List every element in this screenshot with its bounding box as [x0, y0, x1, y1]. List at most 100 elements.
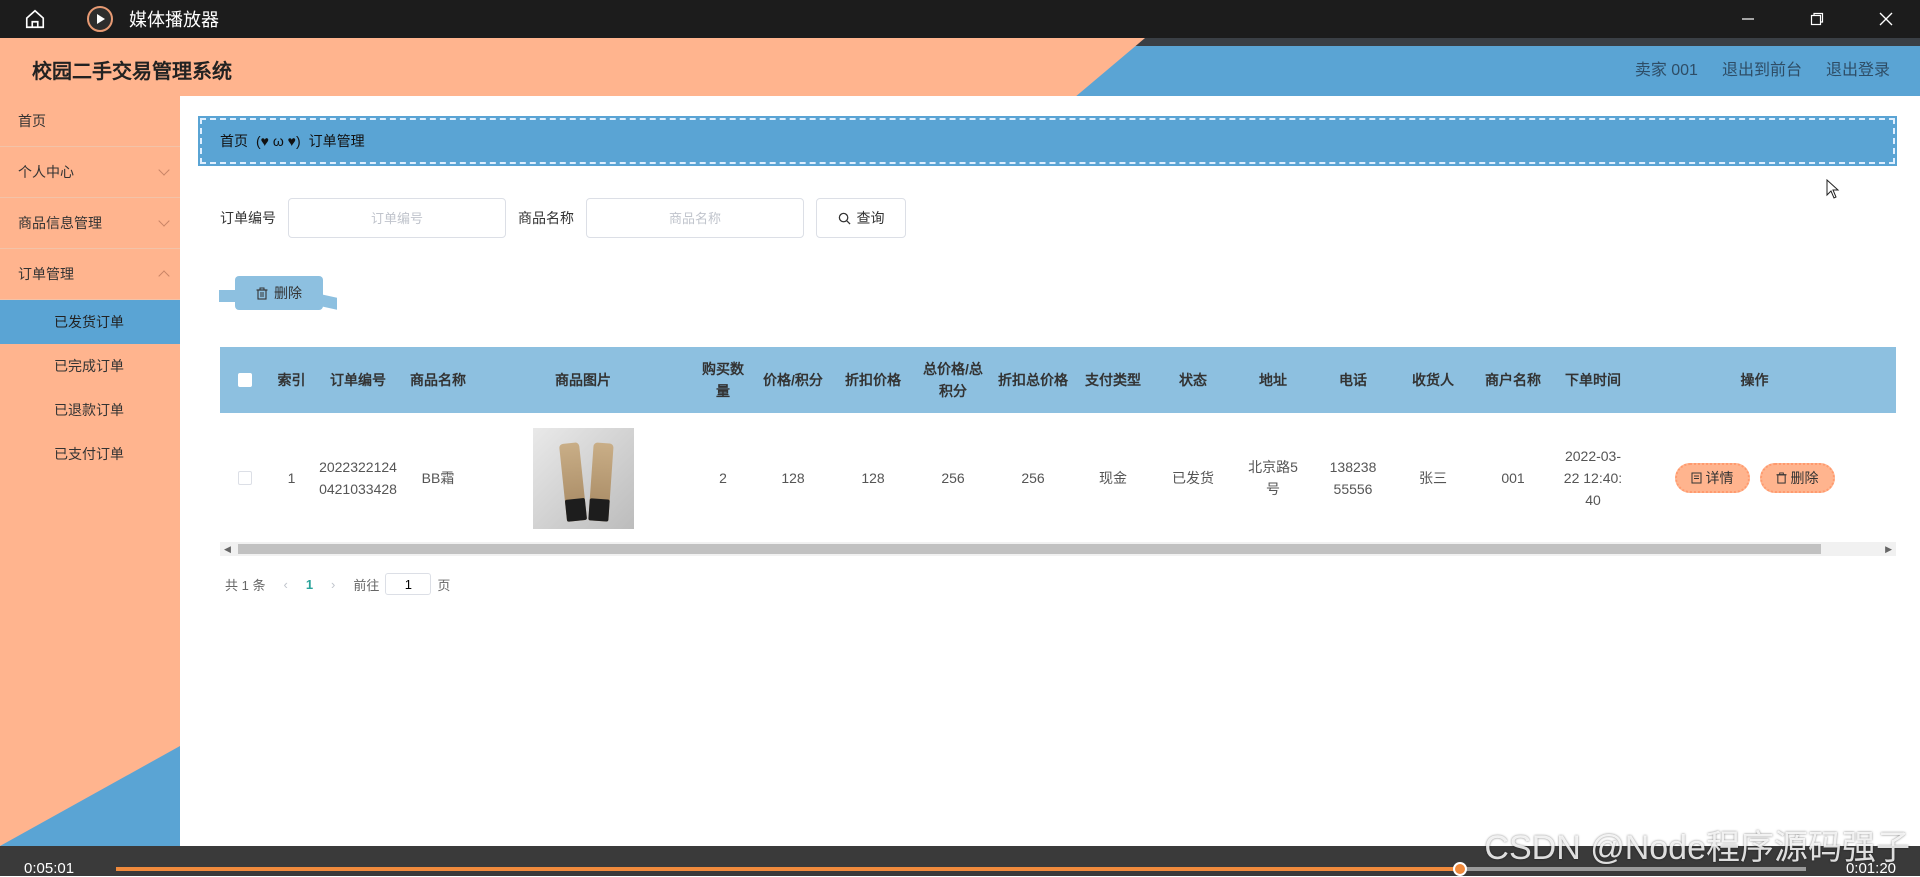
cell-address: 北京路5号: [1248, 459, 1298, 497]
cell-phone: 13823855556: [1329, 459, 1377, 497]
orders-table: 索引 订单编号 商品名称 商品图片 购买数量 价格/积分 折扣价格 总价格/总积…: [220, 347, 1896, 543]
table-header-cell: 支付类型: [1085, 372, 1141, 388]
sidebar-item-label: 个人中心: [18, 164, 74, 180]
cell-product-name: BB霜: [421, 470, 455, 486]
trash-icon: [1775, 472, 1787, 484]
mouse-cursor-icon: [1826, 179, 1840, 199]
table-header-cell: 地址: [1259, 372, 1287, 388]
product-name-label: 商品名称: [518, 210, 574, 226]
scrollbar-thumb[interactable]: [238, 544, 1821, 554]
sidebar-item-personal-center[interactable]: 个人中心: [0, 147, 180, 198]
sidebar-item-label: 首页: [18, 113, 46, 129]
table-header-cell: 收货人: [1412, 372, 1454, 388]
watermark: CSDN @Node程序源码强子: [1484, 829, 1910, 867]
cell-discount-total: 256: [1021, 470, 1045, 486]
user-label: 卖家 001: [1634, 62, 1698, 79]
sidebar-subitem-paid-orders[interactable]: 已支付订单: [0, 432, 180, 476]
table-row: 1 20223221240421033428 BB霜 2 128 128 256…: [220, 413, 1896, 543]
restore-icon[interactable]: [1782, 0, 1851, 38]
cell-receiver: 张三: [1419, 470, 1447, 486]
select-all-checkbox[interactable]: [238, 373, 252, 387]
sidebar: 首页 个人中心 商品信息管理 订单管理 已发货订单 已完成订单 已退款订单 已支…: [0, 96, 180, 846]
chevron-down-icon: [158, 164, 170, 176]
sidebar-subitem-completed-orders[interactable]: 已完成订单: [0, 344, 180, 388]
back-to-front-link[interactable]: 退出到前台: [1722, 56, 1802, 80]
table-header-cell: 折扣总价格: [998, 372, 1068, 388]
cell-status: 已发货: [1172, 470, 1214, 486]
breadcrumb-home[interactable]: 首页: [220, 131, 248, 151]
table-header-cell: 操作: [1740, 372, 1769, 388]
cell-discount-price: 128: [861, 470, 885, 486]
cell-price: 128: [781, 470, 805, 486]
batch-delete-label: 删除: [274, 285, 302, 301]
page-suffix: 页: [437, 577, 451, 593]
search-form: 订单编号 商品名称 查询: [220, 198, 906, 238]
batch-delete-button[interactable]: 删除: [219, 276, 323, 310]
breadcrumb: 首页 (♥ ω ♥) 订单管理: [198, 116, 1897, 166]
table-header-cell: 电话: [1339, 372, 1367, 388]
row-delete-button[interactable]: 删除: [1759, 463, 1835, 493]
cell-order-no: 20223221240421033428: [319, 459, 397, 497]
logout-link[interactable]: 退出登录: [1826, 56, 1890, 80]
seek-handle[interactable]: [1452, 862, 1467, 876]
row-delete-label: 删除: [1790, 470, 1819, 486]
cell-index: 1: [287, 470, 296, 486]
search-button[interactable]: 查询: [816, 198, 906, 238]
home-icon[interactable]: [17, 0, 53, 38]
table-header-cell: 商品图片: [555, 372, 611, 388]
app-header: 校园二手交易管理系统 卖家 001 退出到前台 退出登录: [0, 38, 1920, 96]
table-header-cell: 总价格/总积分: [923, 361, 983, 399]
cell-pay-type: 现金: [1099, 470, 1127, 486]
minimize-icon[interactable]: [1713, 0, 1782, 38]
table-header-cell: 状态: [1179, 372, 1207, 388]
sidebar-item-order-management[interactable]: 订单管理: [0, 249, 180, 300]
chevron-down-icon: [158, 215, 170, 227]
product-name-input[interactable]: [586, 198, 804, 238]
breadcrumb-separator: (♥ ω ♥): [256, 133, 301, 149]
product-image[interactable]: [532, 427, 634, 529]
order-no-label: 订单编号: [220, 210, 276, 226]
detail-button-label: 详情: [1705, 470, 1734, 486]
table-horizontal-scrollbar[interactable]: ◀ ▶: [220, 542, 1896, 556]
pagination: 共 1 条 ‹ 1 › 前往 页: [225, 573, 450, 595]
cell-total: 256: [941, 470, 965, 486]
scroll-left-icon[interactable]: ◀: [224, 544, 231, 555]
elapsed-time: 0:05:01: [24, 860, 75, 877]
sidebar-item-label: 商品信息管理: [18, 215, 102, 231]
chevron-up-icon: [158, 270, 170, 282]
player-title: 媒体播放器: [129, 10, 219, 30]
sidebar-item-home[interactable]: 首页: [0, 96, 180, 147]
table-header-cell: 购买数量: [702, 361, 744, 399]
next-page-icon[interactable]: ›: [331, 577, 335, 592]
main-content: 首页 (♥ ω ♥) 订单管理 订单编号 商品名称 查询 删除 索引 订单编号 …: [180, 96, 1920, 846]
total-count: 共 1 条: [225, 577, 266, 593]
breadcrumb-current: 订单管理: [308, 133, 365, 149]
goto-label: 前往: [353, 577, 380, 593]
table-header-cell: 商品名称: [410, 372, 466, 388]
prev-page-icon[interactable]: ‹: [283, 577, 287, 592]
goto-page-input[interactable]: [385, 573, 432, 595]
page-number[interactable]: 1: [306, 577, 313, 592]
sidebar-item-label: 订单管理: [18, 266, 74, 282]
cell-merchant: 001: [1501, 470, 1525, 486]
order-no-input[interactable]: [288, 198, 506, 238]
table-header-cell: 折扣价格: [845, 372, 901, 388]
scroll-right-icon[interactable]: ▶: [1885, 544, 1892, 555]
search-icon: [838, 212, 851, 225]
search-button-label: 查询: [856, 210, 885, 226]
trash-icon: [256, 287, 268, 300]
sidebar-subitem-shipped-orders[interactable]: 已发货订单: [0, 300, 180, 344]
table-header-cell: 下单时间: [1565, 372, 1621, 388]
table-header-cell: 索引: [277, 372, 306, 388]
table-header: 索引 订单编号 商品名称 商品图片 购买数量 价格/积分 折扣价格 总价格/总积…: [220, 347, 1896, 413]
detail-button[interactable]: 详情: [1674, 463, 1750, 493]
sidebar-item-product-management[interactable]: 商品信息管理: [0, 198, 180, 249]
player-title-bar: 媒体播放器: [0, 0, 1920, 38]
document-icon: [1691, 472, 1701, 484]
player-logo-icon: [87, 6, 113, 32]
sidebar-subitem-refunded-orders[interactable]: 已退款订单: [0, 388, 180, 432]
row-checkbox[interactable]: [238, 471, 252, 485]
close-icon[interactable]: [1851, 0, 1920, 38]
table-header-cell: 订单编号: [330, 372, 386, 388]
table-header-cell: 商户名称: [1485, 372, 1541, 388]
